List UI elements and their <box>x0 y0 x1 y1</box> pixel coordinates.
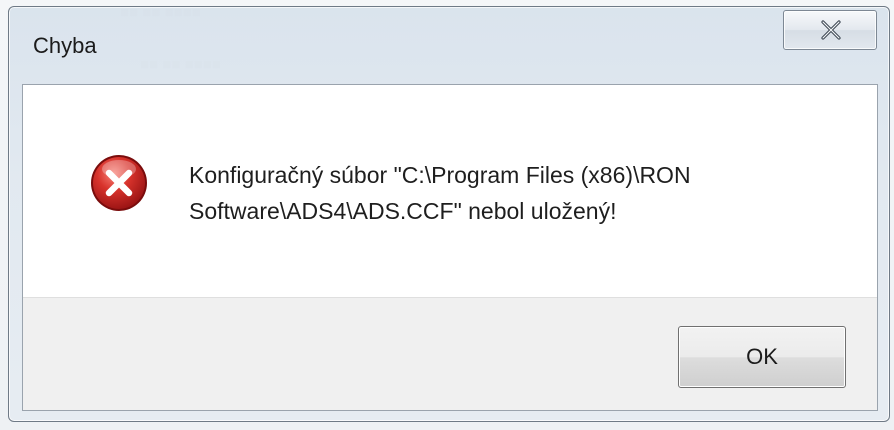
error-message: Konfiguračný súbor "C:\Program Files (x8… <box>189 157 849 229</box>
dialog-title: Chyba <box>33 33 97 58</box>
error-message-line: Konfiguračný súbor "C:\Program Files (x8… <box>189 162 691 188</box>
message-area: Konfiguračný súbor "C:\Program Files (x8… <box>23 85 877 297</box>
dialog-titlebar[interactable]: Chyba <box>9 7 889 83</box>
dialog-client-area: Konfiguračný súbor "C:\Program Files (x8… <box>22 84 878 411</box>
button-bar: OK <box>23 297 877 410</box>
close-button[interactable] <box>783 10 877 50</box>
ok-button[interactable]: OK <box>678 326 846 388</box>
close-icon <box>821 20 841 40</box>
error-message-line: Software\ADS4\ADS.CCF" nebol uložený! <box>189 198 617 224</box>
error-icon <box>91 155 147 211</box>
error-dialog: Chyba Konfiguračný súbor "C:\Program Fil… <box>8 6 890 422</box>
